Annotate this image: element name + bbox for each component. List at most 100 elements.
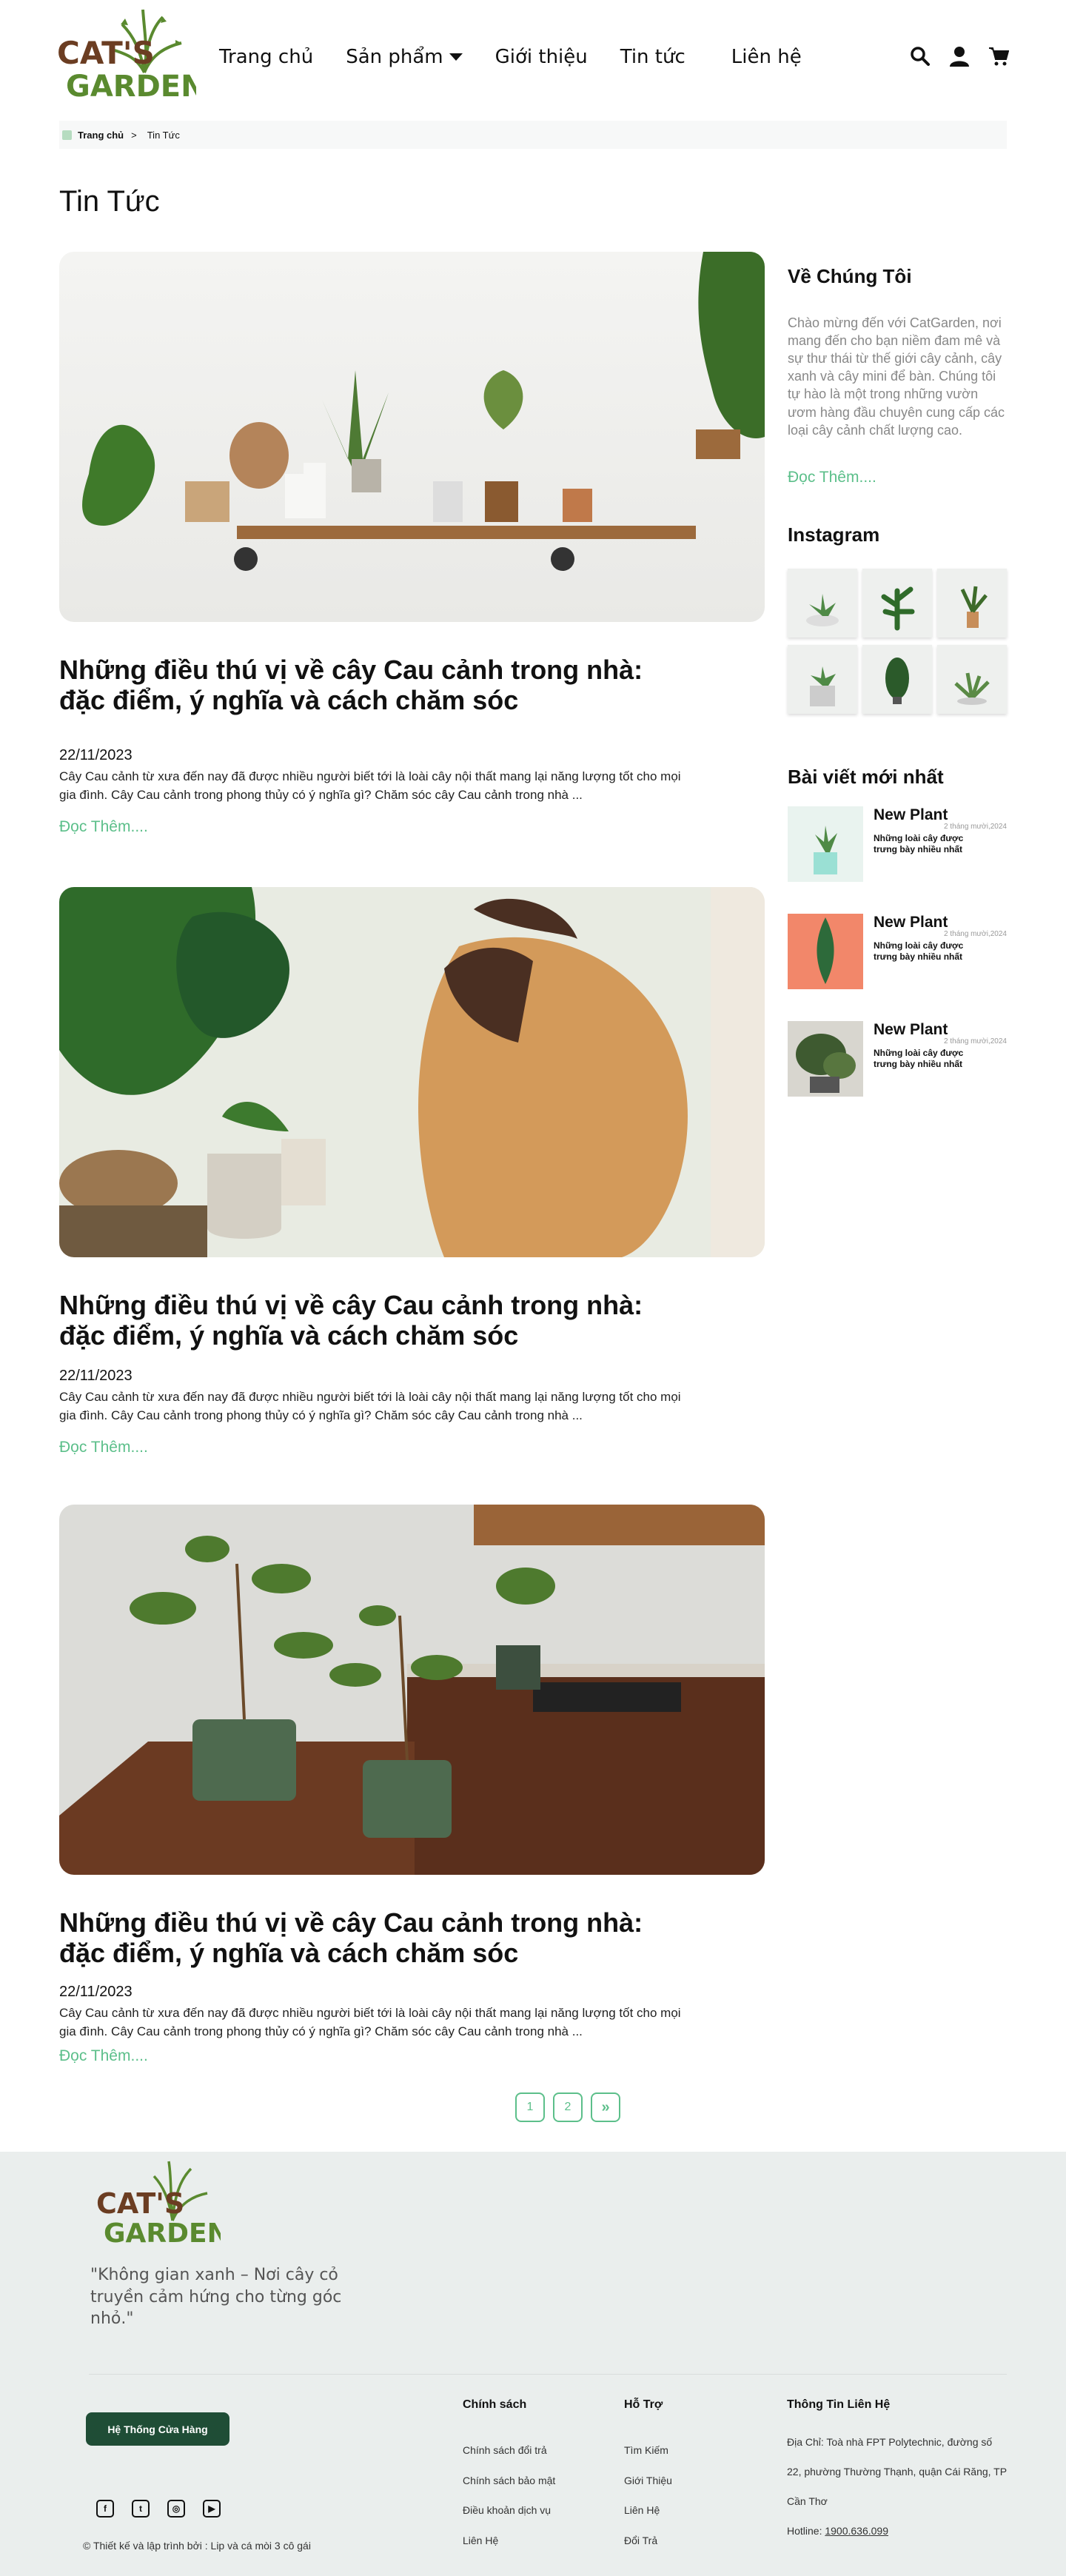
svg-text:GARDEN: GARDEN <box>66 70 196 102</box>
post-title[interactable]: Những điều thú vị về cây Cau cảnh trong … <box>59 1907 681 1969</box>
footer-contact-column: Thông Tin Liên Hệ Địa Chỉ: Toà nhà FPT P… <box>787 2398 1009 2546</box>
about-title: Về Chúng Tôi <box>788 265 912 287</box>
instagram-icon[interactable]: ◎ <box>167 2500 185 2518</box>
cart-icon[interactable] <box>988 46 1010 67</box>
latest-post-desc: Những loài cây được trưng bày nhiều nhất <box>874 832 964 855</box>
chevron-down-icon <box>449 53 463 61</box>
social-links: f t ◎ ▶ <box>96 2500 221 2518</box>
support-link[interactable]: Giới Thiệu <box>624 2466 672 2496</box>
instagram-title: Instagram <box>788 523 880 546</box>
sidebar: Về Chúng Tôi Chào mừng đến với CatGarden… <box>788 265 1007 1128</box>
instagram-photo[interactable] <box>937 644 1007 714</box>
svg-text:GARDEN: GARDEN <box>104 2218 221 2247</box>
footer-policy-column: Chính sách Chính sách đổi trả Chính sách… <box>463 2398 555 2555</box>
latest-post-date: 2 tháng mười,2024 <box>944 822 1007 831</box>
support-link[interactable]: Tìm Kiếm <box>624 2435 672 2466</box>
news-post: Những điều thú vị về cây Cau cảnh trong … <box>59 887 765 1456</box>
policy-link[interactable]: Liên Hệ <box>463 2526 555 2556</box>
footer-quote: "Không gian xanh – Nơi cây cỏ truyền cảm… <box>90 2266 342 2329</box>
policy-title: Chính sách <box>463 2398 527 2411</box>
pagination: 1 2 » <box>515 2092 620 2122</box>
post-image-watering[interactable] <box>59 887 765 1257</box>
site-footer: CAT'S GARDEN "Không gian xanh – Nơi cây … <box>0 2152 1066 2576</box>
instagram-photo[interactable] <box>862 644 932 714</box>
policy-link[interactable]: Chính sách đổi trả <box>463 2435 555 2466</box>
nav-news[interactable]: Tin tức <box>620 46 685 68</box>
post-excerpt: Cây Cau cảnh từ xưa đến nay đã được nhiề… <box>59 1389 681 1423</box>
footer-logo[interactable]: CAT'S GARDEN <box>95 2158 229 2249</box>
site-header: CAT'S GARDEN Trang chủ Sản phẩm Giới thi… <box>0 0 1066 118</box>
latest-post-title: New Plant <box>874 806 948 823</box>
hotline-link[interactable]: 1900.636.099 <box>825 2525 888 2537</box>
post-excerpt: Cây Cau cảnh từ xưa đến nay đã được nhiề… <box>59 2005 681 2039</box>
post-title[interactable]: Những điều thú vị về cây Cau cảnh trong … <box>59 1290 681 1351</box>
read-more-link[interactable]: Đọc Thêm.... <box>59 818 765 836</box>
svg-text:CAT'S: CAT'S <box>57 35 155 71</box>
nav-about[interactable]: Giới thiệu <box>495 46 588 68</box>
next-page-button[interactable]: » <box>591 2092 620 2122</box>
post-date: 22/11/2023 <box>59 746 133 763</box>
instagram-photo[interactable] <box>937 568 1007 638</box>
search-icon[interactable] <box>910 46 931 67</box>
instagram-photo[interactable] <box>862 568 932 638</box>
page-1-button[interactable]: 1 <box>515 2092 545 2122</box>
footer-support-column: Hỗ Trợ Tìm Kiếm Giới Thiệu Liên Hệ Đổi T… <box>624 2398 672 2555</box>
user-icon[interactable] <box>949 46 970 67</box>
page-title: Tin Tức <box>59 185 160 218</box>
footer-divider <box>89 2374 1007 2375</box>
policy-link[interactable]: Chính sách bảo mật <box>463 2466 555 2496</box>
nav-home[interactable]: Trang chủ <box>219 46 313 68</box>
contact-title: Thông Tin Liên Hệ <box>787 2398 891 2411</box>
latest-post-thumb <box>788 1020 863 1097</box>
support-link[interactable]: Liên Hệ <box>624 2495 672 2526</box>
latest-post-thumb <box>788 806 863 882</box>
about-text: Chào mừng đến với CatGarden, nơi mang đế… <box>788 315 1005 438</box>
site-logo[interactable]: CAT'S GARDEN <box>56 6 206 104</box>
facebook-icon[interactable]: f <box>96 2500 114 2518</box>
nav-contact[interactable]: Liên hệ <box>731 46 802 68</box>
post-image-shelf[interactable] <box>59 252 765 622</box>
read-more-link[interactable]: Đọc Thêm.... <box>59 2047 765 2065</box>
main-nav: Trang chủ Sản phẩm Giới thiệu Tin tức Li… <box>219 46 834 68</box>
breadcrumb-separator: > <box>131 129 137 141</box>
latest-post-item[interactable]: New Plant Những loài cây được trưng bày n… <box>788 806 1007 914</box>
news-post: Những điều thú vị về cây Cau cảnh trong … <box>59 252 765 836</box>
instagram-photo[interactable] <box>788 644 857 714</box>
latest-posts-title: Bài viết mới nhất <box>788 765 944 788</box>
post-title[interactable]: Những điều thú vị về cây Cau cảnh trong … <box>59 655 681 716</box>
post-excerpt: Cây Cau cảnh từ xưa đến nay đã được nhiề… <box>59 769 681 803</box>
latest-post-title: New Plant <box>874 913 948 931</box>
breadcrumb-home[interactable]: Trang chủ <box>78 130 124 141</box>
support-title: Hỗ Trợ <box>624 2398 663 2411</box>
latest-post-item[interactable]: New Plant Những loài cây được trưng bày n… <box>788 913 1007 1021</box>
svg-text:CAT'S: CAT'S <box>96 2187 184 2220</box>
read-more-link[interactable]: Đọc Thêm.... <box>59 1439 765 1456</box>
contact-address: Địa Chỉ: Toà nhà FPT Polytechnic, đường … <box>787 2436 1007 2507</box>
latest-post-title: New Plant <box>874 1020 948 1038</box>
news-post: Những điều thú vị về cây Cau cảnh trong … <box>59 1505 765 2065</box>
latest-post-date: 2 tháng mười,2024 <box>944 929 1007 938</box>
latest-post-thumb <box>788 913 863 989</box>
post-date: 22/11/2023 <box>59 1983 133 2000</box>
breadcrumb-current: Tin Tức <box>147 129 180 141</box>
post-image-rubber-plant[interactable] <box>59 1505 765 1875</box>
twitter-icon[interactable]: t <box>132 2500 150 2518</box>
youtube-icon[interactable]: ▶ <box>203 2500 221 2518</box>
latest-post-date: 2 tháng mười,2024 <box>944 1037 1007 1046</box>
latest-post-item[interactable]: New Plant Những loài cây được trưng bày n… <box>788 1020 1007 1128</box>
policy-link[interactable]: Điều khoản dịch vụ <box>463 2495 555 2526</box>
breadcrumb: Trang chủ > Tin Tức <box>59 121 1007 149</box>
instagram-grid <box>788 568 1007 714</box>
post-date: 22/11/2023 <box>59 1367 133 1384</box>
store-system-button[interactable]: Hệ Thống Cửa Hàng <box>86 2412 229 2446</box>
instagram-photo[interactable] <box>788 568 857 638</box>
home-icon <box>62 130 72 140</box>
copyright: © Thiết kế và lập trình bởi : Lip và cá … <box>83 2540 311 2552</box>
support-link[interactable]: Đổi Trả <box>624 2526 672 2556</box>
about-read-more-link[interactable]: Đọc Thêm.... <box>788 469 1007 486</box>
page-2-button[interactable]: 2 <box>553 2092 583 2122</box>
latest-post-desc: Những loài cây được trưng bày nhiều nhất <box>874 940 964 963</box>
latest-post-desc: Những loài cây được trưng bày nhiều nhất <box>874 1047 964 1070</box>
contact-hotline: Hotline: 1900.636.099 <box>787 2524 888 2537</box>
nav-products[interactable]: Sản phẩm <box>346 46 463 68</box>
